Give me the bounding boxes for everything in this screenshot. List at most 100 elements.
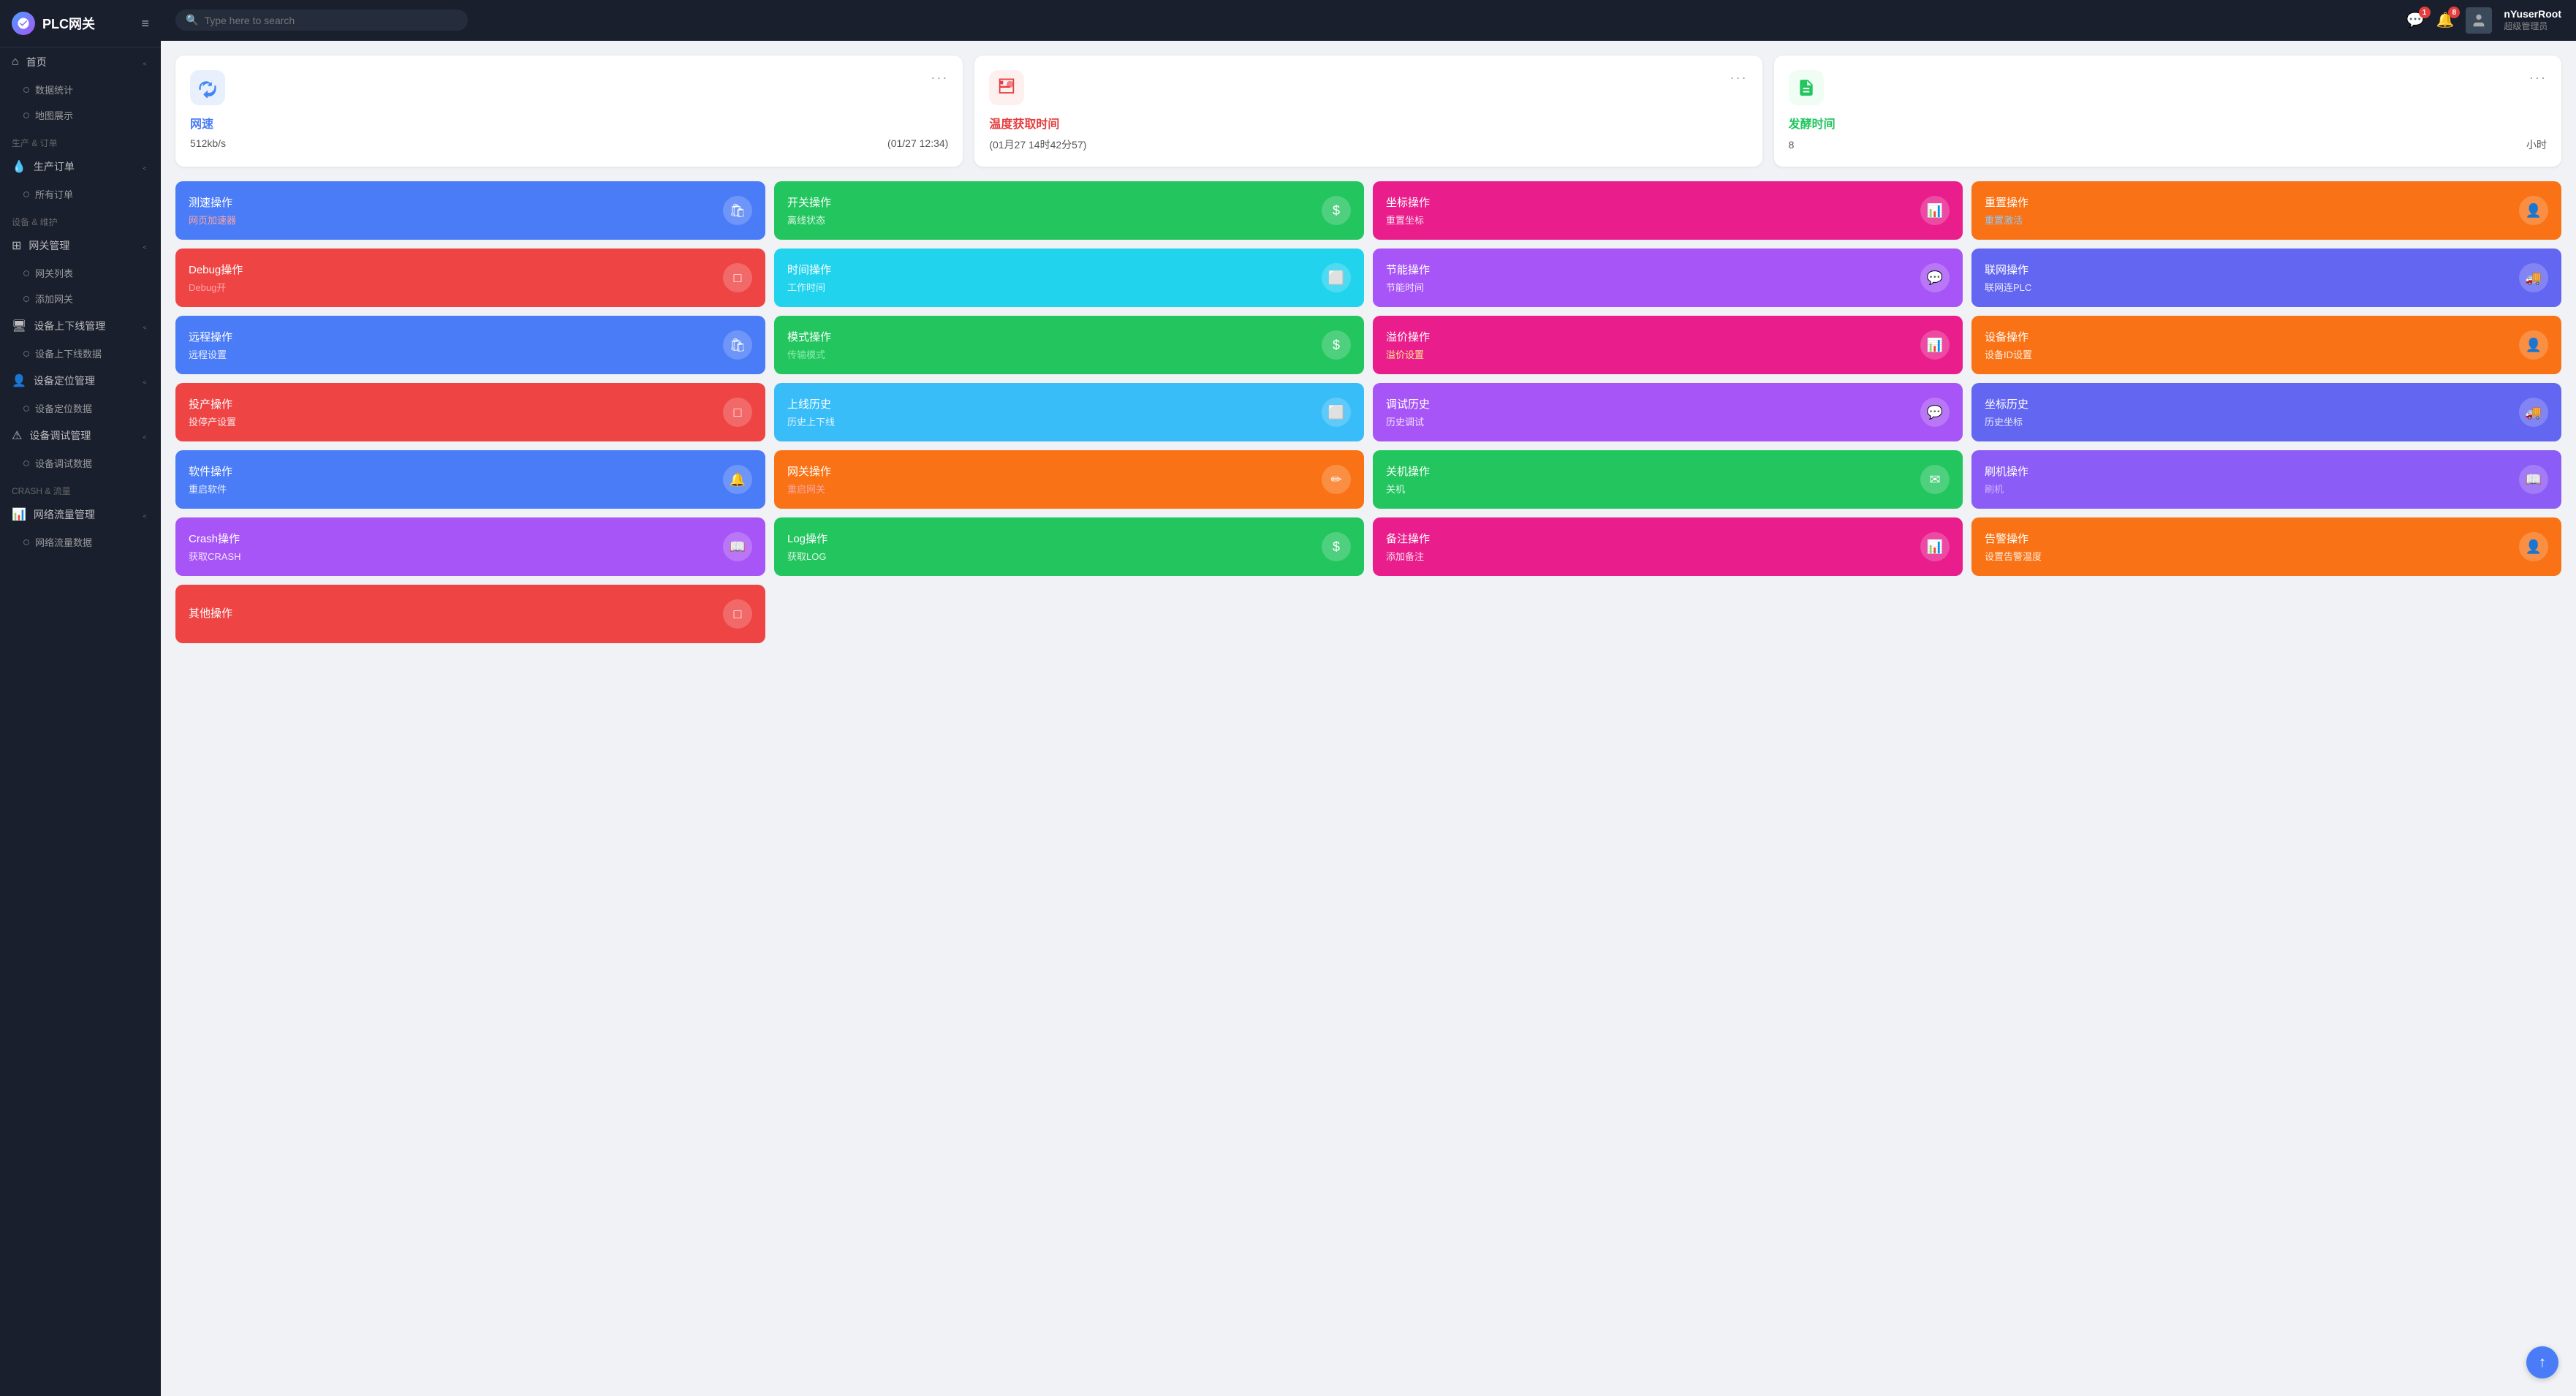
op-card-title: 远程操作 [189,329,232,344]
op-card-title: 调试历史 [1386,396,1430,411]
op-card-text: 坐标操作 重置坐标 [1386,194,1430,227]
op-card-text: 刷机操作 刷机 [1985,463,2028,496]
notification-button-2[interactable]: 🔔 8 [2436,11,2455,29]
sidebar-item-all-orders[interactable]: 所有订单 [0,181,161,207]
sidebar-item-home-label: 首页 [26,55,47,69]
op-card-1[interactable]: 开关操作 离线状态 $ [774,181,1364,240]
op-card-text: 节能操作 节能时间 [1386,262,1430,294]
main-area: 🔍 💬 1 🔔 8 nYuserRoot 超级管理员 [161,0,2576,1396]
op-card-10[interactable]: 溢价操作 溢价设置 📊 [1373,316,1963,374]
sidebar-item-traffic-mgmt[interactable]: 📊 网络流量管理 ﹤ [0,500,161,529]
op-card-icon: $ [1322,330,1351,360]
search-icon: 🔍 [186,14,198,26]
sidebar-item-add-gw-label: 添加网关 [35,292,73,306]
op-card-23[interactable]: 告警操作 设置告警温度 👤 [1971,517,2561,576]
op-card-17[interactable]: 网关操作 重启网关 ✏ [774,450,1364,509]
op-card-11[interactable]: 设备操作 设备ID设置 👤 [1971,316,2561,374]
sidebar-item-add-gateway[interactable]: 添加网关 [0,286,161,311]
op-card-title: 软件操作 [189,463,232,479]
section-label-production: 生产 & 订单 [0,128,161,152]
speed-timestamp: (01/27 12:34) [887,137,948,149]
user-info: nYuserRoot 超级管理员 [2504,8,2561,32]
op-card-icon: ⬜ [1322,263,1351,292]
op-card-19[interactable]: 刷机操作 刷机 📖 [1971,450,2561,509]
op-card-sub: 重启软件 [189,482,232,496]
sidebar-item-dev-loc-data-label: 设备定位数据 [35,401,92,415]
op-card-0[interactable]: 测速操作 网页加速器 🛍 [175,181,765,240]
sidebar-item-device-location-data[interactable]: 设备定位数据 [0,395,161,421]
sidebar-item-dev-online-label: 设备上下线管理 [34,319,105,333]
op-card-icon: ⬜ [1322,398,1351,427]
search-box[interactable]: 🔍 [175,10,468,31]
dot-icon [23,191,29,197]
op-card-title: 时间操作 [787,262,831,277]
op-card-20[interactable]: Crash操作 获取CRASH 📖 [175,517,765,576]
op-card-icon: 👤 [2519,330,2548,360]
chevron-icon: ﹤ [140,375,149,387]
op-card-title: 溢价操作 [1386,329,1430,344]
sidebar-item-gateway-mgmt[interactable]: ⊞ 网关管理 ﹤ [0,231,161,260]
card-more-btn[interactable]: ··· [2529,70,2547,86]
sidebar-item-device-debug-mgmt[interactable]: ⚠ 设备调试管理 ﹤ [0,421,161,450]
op-card-16[interactable]: 软件操作 重启软件 🔔 [175,450,765,509]
sidebar-item-dev-debug-data-label: 设备调试数据 [35,456,92,470]
op-card-18[interactable]: 关机操作 关机 ✉ [1373,450,1963,509]
op-card-sub: 离线状态 [787,213,831,227]
op-card-text: 网关操作 重启网关 [787,463,831,496]
op-card-3[interactable]: 重置操作 重置激活 👤 [1971,181,2561,240]
section-label-crash: CRASH & 流量 [0,476,161,500]
speed-card-value: 512kb/s (01/27 12:34) [190,137,948,149]
search-input[interactable] [204,15,458,26]
sidebar-item-data-stats[interactable]: 数据统计 [0,77,161,102]
home-icon: ⌂ [12,56,19,69]
op-card-title: 关机操作 [1386,463,1430,479]
op-card-text: 时间操作 工作时间 [787,262,831,294]
op-card-title: 坐标操作 [1386,194,1430,210]
sidebar-item-production-orders[interactable]: 💧 生产订单 ﹤ [0,152,161,181]
notification-button-1[interactable]: 💬 1 [2406,11,2425,29]
sidebar-item-device-location-mgmt[interactable]: 👤 设备定位管理 ﹤ [0,366,161,395]
op-card-sub: 历史上下线 [787,414,835,428]
op-card-15[interactable]: 坐标历史 历史坐标 🚚 [1971,383,2561,441]
op-card-2[interactable]: 坐标操作 重置坐标 📊 [1373,181,1963,240]
op-card-title: 投产操作 [189,396,236,411]
logo-icon [12,12,35,35]
op-card-sub: 重置激活 [1985,213,2028,227]
chevron-icon: ﹤ [140,509,149,521]
sidebar-item-home[interactable]: ⌂ 首页 ﹤ [0,48,161,77]
op-card-24[interactable]: 其他操作 □ [175,585,765,643]
sidebar-item-device-debug-data[interactable]: 设备调试数据 [0,450,161,476]
chevron-icon: ﹤ [140,56,149,69]
op-card-title: 告警操作 [1985,531,2042,546]
chevron-icon: ﹤ [140,430,149,442]
op-card-7[interactable]: 联网操作 联网连PLC 🚚 [1971,249,2561,307]
sidebar-item-device-online-data[interactable]: 设备上下线数据 [0,341,161,366]
sidebar-item-traffic-data[interactable]: 网络流量数据 [0,529,161,555]
op-card-14[interactable]: 调试历史 历史调试 💬 [1373,383,1963,441]
op-card-4[interactable]: Debug操作 Debug开 □ [175,249,765,307]
op-card-6[interactable]: 节能操作 节能时间 💬 [1373,249,1963,307]
op-card-5[interactable]: 时间操作 工作时间 ⬜ [774,249,1364,307]
sidebar-item-gateway-list[interactable]: 网关列表 [0,260,161,286]
op-card-9[interactable]: 模式操作 传输模式 $ [774,316,1364,374]
op-card-sub: 传输模式 [787,347,831,361]
op-card-22[interactable]: 备注操作 添加备注 📊 [1373,517,1963,576]
op-card-21[interactable]: Log操作 获取LOG $ [774,517,1364,576]
sidebar-item-device-online-mgmt[interactable]: 🖥 设备上下线管理 ﹤ [0,311,161,341]
scroll-top-button[interactable]: ↑ [2526,1346,2558,1378]
chevron-icon: ﹤ [140,240,149,252]
op-card-12[interactable]: 投产操作 投停产设置 □ [175,383,765,441]
operation-grid: 测速操作 网页加速器 🛍 开关操作 离线状态 $ 坐标操作 重置坐标 📊 重置操… [175,181,2561,643]
hamburger-button[interactable]: ≡ [141,16,149,31]
op-card-13[interactable]: 上线历史 历史上下线 ⬜ [774,383,1364,441]
sidebar-item-map[interactable]: 地图展示 [0,102,161,128]
op-card-text: 远程操作 远程设置 [189,329,232,361]
card-more-btn[interactable]: ··· [931,70,948,86]
op-card-icon: 📖 [2519,465,2548,494]
user-avatar[interactable] [2466,7,2492,34]
op-card-sub: 历史坐标 [1985,414,2028,428]
op-card-text: Debug操作 Debug开 [189,262,243,294]
op-card-sub: 关机 [1386,482,1430,496]
card-more-btn[interactable]: ··· [1730,70,1748,86]
op-card-8[interactable]: 远程操作 远程设置 🛍 [175,316,765,374]
